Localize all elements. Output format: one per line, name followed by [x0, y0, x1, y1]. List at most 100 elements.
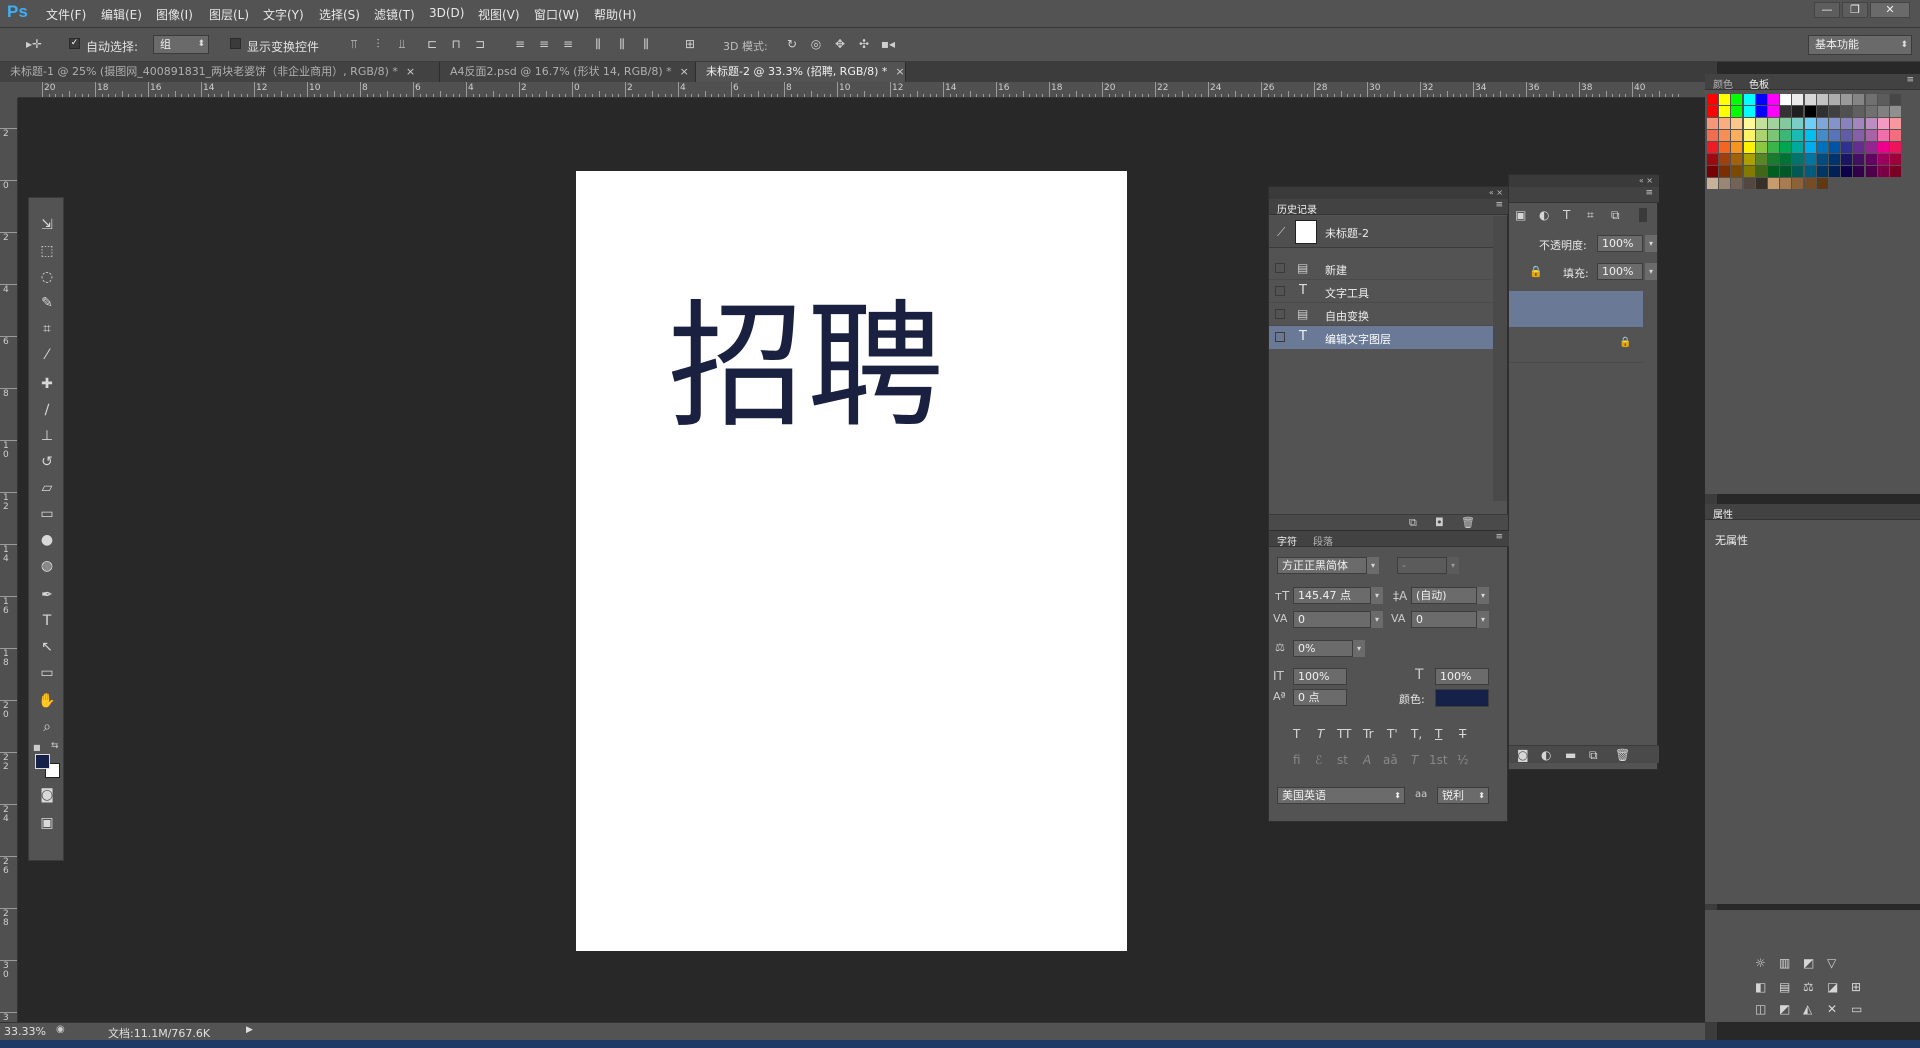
adjustment-layer-icon[interactable]: ◐ — [1541, 748, 1551, 762]
history-state-checkbox[interactable] — [1275, 263, 1285, 273]
color-swatch[interactable] — [1768, 166, 1779, 177]
menu-view[interactable]: 视图(V) — [478, 6, 520, 23]
distribute-top-icon[interactable]: ≡ — [512, 37, 528, 51]
blur-tool-icon[interactable]: ● — [37, 531, 57, 549]
color-swatch[interactable] — [1719, 118, 1731, 129]
fraction-button[interactable]: ½ — [1457, 753, 1469, 767]
menu-filter[interactable]: 滤镜(T) — [374, 6, 415, 23]
color-swatch[interactable] — [1731, 118, 1743, 129]
history-brush-icon[interactable]: ⟋ — [1277, 225, 1285, 240]
foreground-color-swatch[interactable] — [35, 754, 50, 769]
color-swatch[interactable] — [1792, 178, 1804, 189]
filter-pixel-icon[interactable]: ▣ — [1515, 208, 1526, 222]
color-swatch[interactable] — [1816, 106, 1828, 117]
tab-document-1[interactable]: 未标题-1 @ 25% (摄图网_400891831_两块老婆饼（非企业商用）,… — [0, 62, 440, 82]
history-state-checkbox[interactable] — [1275, 309, 1285, 319]
chevron-down-icon[interactable]: ▾ — [1353, 640, 1365, 657]
filter-smart-object-icon[interactable]: ⧉ — [1611, 208, 1620, 223]
color-swatch[interactable] — [1890, 130, 1901, 141]
menu-3d[interactable]: 3D(D) — [429, 6, 464, 20]
tab-document-3[interactable]: 未标题-2 @ 33.3% (招聘, RGB/8) * × — [696, 62, 906, 82]
color-swatch[interactable] — [1755, 130, 1767, 141]
color-swatch[interactable] — [1755, 166, 1767, 177]
color-swatch[interactable] — [1768, 142, 1779, 153]
black-white-icon[interactable]: ◪ — [1827, 980, 1838, 994]
color-swatch[interactable] — [1780, 118, 1792, 129]
color-swatch[interactable] — [1768, 94, 1779, 105]
color-swatch[interactable] — [1792, 142, 1804, 153]
distribute-vcenter-icon[interactable]: ≡ — [536, 37, 552, 51]
close-icon[interactable]: × — [895, 65, 904, 78]
ordinal-button[interactable]: 1st — [1429, 753, 1448, 767]
color-swatch[interactable] — [1780, 166, 1792, 177]
baseline-shift-field[interactable]: 0 点 — [1293, 689, 1347, 706]
color-swatch[interactable] — [1829, 94, 1840, 105]
distribute-left-icon[interactable]: ⫼ — [590, 37, 606, 51]
color-swatch[interactable] — [1877, 154, 1889, 165]
lock-icon[interactable]: 🔒 — [1529, 265, 1543, 278]
align-left-icon[interactable]: ⊏ — [424, 37, 440, 51]
color-swatch[interactable] — [1853, 166, 1865, 177]
color-swatch[interactable] — [1780, 142, 1792, 153]
layer-mask-icon[interactable]: ◙ — [1517, 748, 1529, 762]
color-swatch[interactable] — [1865, 154, 1877, 165]
font-style-field[interactable]: - — [1397, 557, 1447, 574]
chevron-down-icon[interactable]: ▾ — [1645, 235, 1657, 252]
color-swatch[interactable] — [1865, 142, 1877, 153]
orbit-3d-icon[interactable]: ↻ — [784, 37, 800, 51]
color-swatch[interactable] — [1707, 94, 1718, 105]
language-dropdown[interactable]: 美国英语 ⬍ — [1277, 787, 1405, 804]
color-swatch[interactable] — [1719, 166, 1731, 177]
align-right-icon[interactable]: ⊐ — [472, 37, 488, 51]
brush-tool-icon[interactable]: ∕ — [37, 401, 57, 419]
color-swatch[interactable] — [1804, 94, 1816, 105]
align-vcenter-icon[interactable]: ⫶ — [370, 37, 386, 51]
color-swatch[interactable] — [1841, 94, 1853, 105]
color-swatch[interactable] — [1865, 130, 1877, 141]
selective-color-icon[interactable]: ✕ — [1827, 1002, 1837, 1016]
zoom-tool-icon[interactable]: ⌕ — [37, 718, 57, 736]
color-swatch[interactable] — [1731, 130, 1743, 141]
quick-select-tool-icon[interactable]: ✎ — [37, 294, 57, 312]
titling-alternate-button[interactable]: T — [1411, 753, 1418, 767]
color-swatch[interactable] — [1780, 154, 1792, 165]
type-tool-icon[interactable]: T — [37, 612, 57, 630]
close-icon[interactable]: × — [406, 65, 415, 78]
scale-3d-icon[interactable]: ▪◂ — [880, 37, 896, 51]
color-swatch[interactable] — [1816, 154, 1828, 165]
color-swatch[interactable] — [1890, 118, 1901, 129]
gradient-map-icon[interactable]: ▭ — [1851, 1002, 1862, 1016]
tracking-field[interactable]: 0 — [1411, 611, 1477, 628]
history-snapshot[interactable]: ⟋ 未标题-2 — [1269, 216, 1493, 248]
color-swatch[interactable] — [1731, 166, 1743, 177]
color-swatch[interactable] — [1743, 178, 1755, 189]
color-swatch[interactable] — [1890, 106, 1901, 117]
discretionary-ligature-button[interactable]: st — [1337, 753, 1348, 767]
chevron-down-icon[interactable]: ▾ — [1477, 611, 1489, 628]
ligature-button[interactable]: fi — [1293, 753, 1301, 767]
faux-bold-button[interactable]: T — [1293, 727, 1300, 741]
threshold-icon[interactable]: ◭ — [1803, 1002, 1812, 1016]
auto-select-dropdown[interactable]: 组 ⬍ — [153, 35, 209, 54]
color-swatch[interactable] — [1877, 142, 1889, 153]
history-state-free-transform[interactable]: ▤ 自由变换 — [1269, 303, 1493, 326]
color-swatch[interactable] — [1877, 106, 1889, 117]
tab-document-2[interactable]: A4反面2.psd @ 16.7% (形状 14, RGB/8) * × — [440, 62, 696, 82]
font-size-field[interactable]: 145.47 点 — [1293, 587, 1371, 604]
menu-edit[interactable]: 编辑(E) — [101, 6, 142, 23]
move-tool-preset-icon[interactable]: ▸✛ — [22, 37, 46, 51]
color-swatch[interactable] — [1719, 154, 1731, 165]
new-layer-icon[interactable]: ⧉ — [1589, 748, 1598, 763]
color-swatch[interactable] — [1792, 130, 1804, 141]
panel-menu-icon[interactable]: ≡ — [1495, 200, 1503, 210]
eyedropper-tool-icon[interactable]: ⁄ — [37, 346, 57, 364]
color-swatch[interactable] — [1877, 118, 1889, 129]
color-swatch[interactable] — [1816, 94, 1828, 105]
color-swatch[interactable] — [1816, 130, 1828, 141]
distribute-right-icon[interactable]: ⫼ — [638, 37, 654, 51]
subscript-button[interactable]: T, — [1411, 727, 1422, 741]
color-swatch[interactable] — [1853, 130, 1865, 141]
color-swatch[interactable] — [1841, 130, 1853, 141]
trash-icon[interactable]: 🗑 — [1615, 748, 1630, 762]
workspace-dropdown[interactable]: 基本功能 ⬍ — [1808, 35, 1912, 55]
